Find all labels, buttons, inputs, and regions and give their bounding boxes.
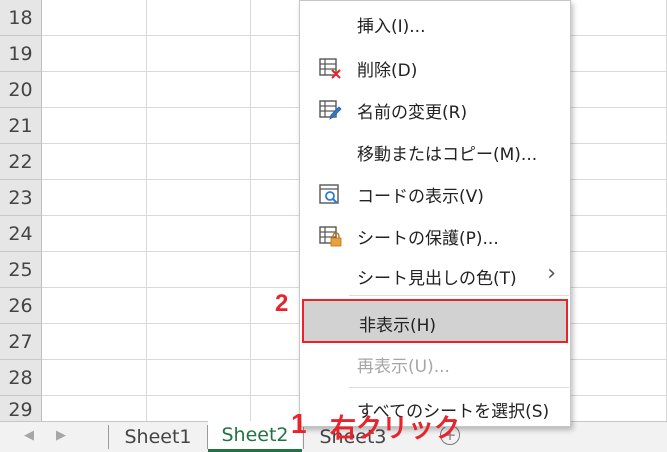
menu-item-tab-color[interactable]: シート見出しの色(T) ›: [300, 257, 570, 295]
step-2-marker: 2: [275, 290, 289, 317]
view-code-icon: [319, 184, 339, 204]
tab-scroll-left-icon[interactable]: ◀: [24, 428, 34, 443]
menu-separator: [349, 387, 569, 388]
menu-item-move-copy[interactable]: 移動またはコピー(M)...: [300, 133, 570, 171]
step-1-marker: 1: [291, 408, 307, 439]
row-header[interactable]: 28: [0, 360, 42, 396]
step-1-label: 右クリック: [330, 413, 461, 443]
menu-item-protect-sheet[interactable]: シートの保護(P)...: [300, 217, 570, 255]
menu-item-delete[interactable]: 削除(D): [300, 49, 570, 87]
rename-sheet-icon: [319, 100, 342, 120]
protect-sheet-icon: [319, 226, 342, 247]
row-header[interactable]: 18: [0, 0, 42, 36]
tab-scroll-right-icon[interactable]: ▶: [56, 428, 66, 443]
menu-item-rename[interactable]: 名前の変更(R): [300, 91, 570, 129]
menu-item-label: コードの表示(V): [357, 187, 484, 207]
menu-item-label: シート見出しの色(T): [357, 269, 517, 289]
row-header[interactable]: 22: [0, 144, 42, 180]
menu-item-insert[interactable]: 挿入(I)...: [300, 5, 570, 43]
menu-item-view-code[interactable]: コードの表示(V): [300, 175, 570, 213]
menu-item-label: 挿入(I)...: [357, 17, 426, 37]
menu-item-unhide: 再表示(U)...: [300, 345, 570, 383]
submenu-arrow-icon: ›: [547, 261, 556, 286]
sheet-context-menu: 挿入(I)... 削除(D) 名前の変更(R) 移動またはコピー(M)... コ…: [299, 0, 571, 427]
menu-item-label: シートの保護(P)...: [357, 229, 499, 249]
row-header[interactable]: 26: [0, 288, 42, 324]
menu-item-label: 再表示(U)...: [357, 357, 450, 377]
menu-item-label: 削除(D): [357, 61, 418, 81]
row-header[interactable]: 27: [0, 324, 42, 360]
row-header[interactable]: 21: [0, 108, 42, 144]
menu-item-label: 非表示(H): [359, 316, 437, 336]
sheet-tab-sheet1[interactable]: Sheet1: [110, 421, 206, 452]
menu-separator: [349, 295, 569, 296]
row-header[interactable]: 19: [0, 36, 42, 72]
row-header[interactable]: 29: [0, 396, 42, 421]
sheet-tab-sheet2[interactable]: Sheet2: [208, 421, 302, 452]
row-header[interactable]: 20: [0, 72, 42, 108]
row-header[interactable]: 23: [0, 180, 42, 216]
delete-sheet-icon: [319, 58, 341, 79]
menu-item-label: 名前の変更(R): [357, 103, 468, 123]
row-header[interactable]: 25: [0, 252, 42, 288]
menu-item-hide[interactable]: 非表示(H): [302, 299, 568, 343]
row-header[interactable]: 24: [0, 216, 42, 252]
tab-divider: [108, 425, 109, 449]
menu-item-label: 移動またはコピー(M)...: [357, 145, 538, 165]
